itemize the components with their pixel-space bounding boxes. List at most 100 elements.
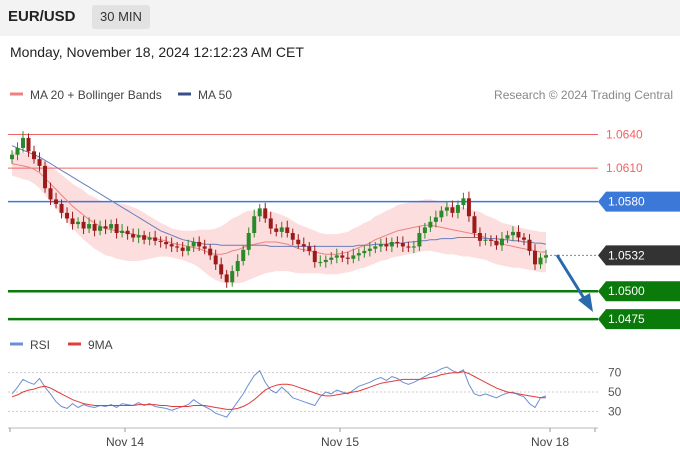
- candle-body: [521, 237, 526, 240]
- candle-body: [252, 216, 257, 234]
- candle-body: [329, 257, 334, 260]
- rsi-tick-30: 30: [608, 404, 622, 418]
- x-axis: Nov 14 Nov 15 Nov 18: [9, 428, 596, 449]
- candle-body: [263, 208, 268, 219]
- candle-body: [538, 257, 543, 265]
- candle-body: [147, 237, 152, 240]
- research-credit: Research © 2024 Trading Central: [494, 88, 673, 102]
- candle-body: [202, 246, 207, 249]
- candle-body: [268, 218, 273, 229]
- candle-body: [444, 207, 449, 211]
- candle-body: [455, 205, 460, 213]
- level-label-1.0500: 1.0500: [608, 284, 645, 298]
- candle-body: [477, 233, 482, 241]
- rsi-panel: 70 50 30: [8, 366, 622, 418]
- candle-body: [186, 246, 191, 251]
- ma50-legend-swatch: [178, 92, 191, 96]
- candle-body: [323, 259, 328, 263]
- candle-body: [411, 246, 416, 248]
- rsi-legend: RSI 9MA: [10, 338, 113, 352]
- bollinger-bands: [12, 151, 546, 284]
- level-label-1.0475: 1.0475: [608, 312, 645, 326]
- candle-body: [527, 239, 532, 251]
- candle-body: [230, 271, 235, 283]
- candle-body: [219, 264, 224, 275]
- level-label-1.0532: 1.0532: [608, 248, 645, 262]
- rsi-ma-legend-swatch: [68, 342, 81, 346]
- candle-body: [125, 230, 130, 235]
- rsi-tick-70: 70: [608, 366, 622, 380]
- candle-body: [103, 226, 108, 229]
- candle-body: [164, 241, 169, 245]
- candle-body: [450, 207, 455, 213]
- candle-body: [114, 224, 119, 234]
- candle-body: [142, 235, 147, 240]
- rsi-ma-legend-label: 9MA: [88, 338, 113, 352]
- candle-body: [301, 244, 306, 247]
- candle-body: [109, 224, 114, 229]
- level-label-1.0640: 1.0640: [606, 128, 643, 142]
- candle-body: [131, 234, 136, 238]
- candle-body: [48, 188, 53, 200]
- candle-body: [158, 240, 163, 242]
- candle-body: [318, 262, 323, 264]
- currency-pair: EUR/USD: [8, 8, 76, 25]
- forecast-arrow-shaft: [555, 254, 587, 301]
- x-tick-label: Nov 15: [321, 435, 359, 449]
- candle-body: [532, 250, 537, 265]
- candle-body: [26, 137, 31, 152]
- candle-body: [428, 221, 433, 228]
- candle-body: [544, 255, 548, 258]
- ma20-legend-label: MA 20 + Bollinger Bands: [30, 88, 162, 102]
- candle-body: [235, 260, 240, 272]
- candle-body: [505, 235, 510, 239]
- candle-body: [21, 137, 26, 148]
- candle-body: [406, 246, 411, 248]
- candle-body: [70, 218, 75, 225]
- candle-body: [378, 244, 383, 247]
- candle-body: [285, 227, 290, 234]
- ma20-legend-swatch: [10, 92, 23, 96]
- candle-body: [136, 235, 141, 238]
- candle-body: [461, 198, 466, 206]
- candle-body: [98, 226, 103, 231]
- rsi-legend-label: RSI: [30, 338, 50, 352]
- candle-body: [389, 241, 394, 247]
- candle-body: [208, 248, 213, 256]
- timestamp: Monday, November 18, 2024 12:12:23 AM CE…: [10, 44, 304, 60]
- candle-body: [345, 257, 350, 259]
- x-tick-label: Nov 14: [106, 435, 144, 449]
- candle-body: [175, 246, 180, 248]
- candle-body: [362, 250, 367, 254]
- x-tick-label: Nov 18: [531, 435, 569, 449]
- candle-body: [180, 247, 185, 251]
- candle-body: [290, 233, 295, 240]
- candle-body: [81, 221, 86, 229]
- candle-body: [246, 233, 251, 250]
- candle-body: [516, 231, 521, 238]
- candle-body: [307, 246, 312, 251]
- candle-body: [422, 227, 427, 234]
- candle-body: [32, 151, 37, 160]
- candle-body: [439, 210, 444, 218]
- forecast-arrow-head: [578, 293, 593, 312]
- candle-body: [433, 217, 438, 222]
- level-label-1.0580: 1.0580: [608, 195, 645, 209]
- level-tags: 1.0640 1.0610 1.0580 1.0532 1.0500 1.0475: [598, 128, 680, 330]
- timeframe-badge[interactable]: 30 MIN: [92, 5, 150, 29]
- candle-body: [499, 238, 504, 246]
- candle-body: [472, 216, 477, 234]
- forecast-arrow: [555, 254, 593, 312]
- candle-body: [488, 239, 493, 241]
- candle-body: [400, 243, 405, 247]
- candle-body: [312, 250, 317, 263]
- candle-body: [279, 227, 284, 232]
- candle-body: [87, 224, 92, 229]
- candle-body: [373, 246, 378, 249]
- candle-body: [224, 274, 229, 283]
- candle-body: [169, 244, 174, 247]
- level-label-1.0610: 1.0610: [606, 161, 643, 175]
- candle-body: [334, 255, 339, 258]
- candle-body: [274, 228, 279, 232]
- candle-body: [257, 208, 262, 217]
